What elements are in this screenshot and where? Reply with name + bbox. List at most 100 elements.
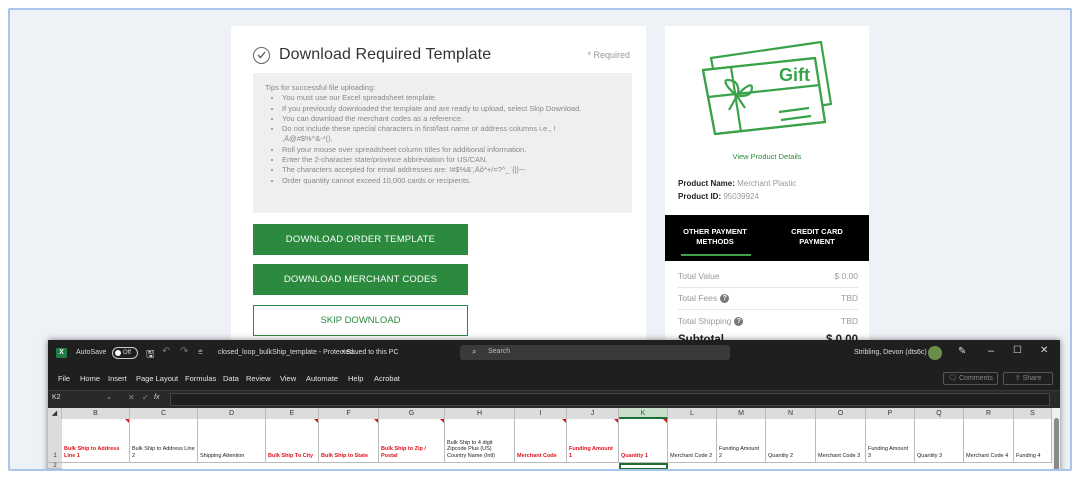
header-cell[interactable]: Funding 4 (1014, 419, 1052, 463)
menu-home[interactable]: Home (80, 374, 100, 383)
minimize-icon[interactable]: – (988, 345, 994, 357)
header-cell[interactable]: Quantity 3 (915, 419, 964, 463)
column-header[interactable]: C (130, 408, 198, 419)
save-icon[interactable]: 🖫 (146, 347, 155, 364)
total-value-amount: $ 0.00 (834, 271, 858, 281)
user-name[interactable]: Stribling, Devon (dts6c) (854, 349, 927, 356)
column-header[interactable]: R (964, 408, 1014, 419)
card-title: Download Required Template (279, 46, 492, 63)
skip-download-button[interactable]: SKIP DOWNLOAD (253, 305, 468, 336)
header-cell[interactable]: Bulk Ship to Address Line 2 (130, 419, 198, 463)
vertical-scrollbar[interactable] (1052, 408, 1060, 469)
total-shipping-label: Total Shipping (678, 316, 732, 326)
column-header[interactable]: P (866, 408, 915, 419)
menu-file[interactable]: File (58, 374, 70, 383)
pen-icon[interactable]: ✎ (958, 346, 966, 357)
spreadsheet-grid[interactable]: ◢ B C D E F G H I J K L M N O P Q R S 1 … (48, 408, 1060, 471)
share-button[interactable]: ⇪ Share (1003, 372, 1053, 385)
customize-toolbar-icon[interactable]: ⩧ (198, 347, 203, 357)
header-cell[interactable]: Merchant Code (515, 419, 567, 463)
download-merchant-codes-button[interactable]: DOWNLOAD MERCHANT CODES (253, 264, 468, 295)
header-cell[interactable]: Funding Amount 3 (866, 419, 915, 463)
column-header[interactable]: S (1014, 408, 1052, 419)
column-header[interactable]: H (445, 408, 515, 419)
column-header[interactable]: I (515, 408, 567, 419)
required-note: * Required (587, 50, 630, 60)
column-header[interactable]: Q (915, 408, 964, 419)
header-cell[interactable]: Bulk Ship To City (266, 419, 319, 463)
column-header[interactable]: E (266, 408, 319, 419)
tip-item: You must use our Excel spreadsheet templ… (282, 93, 620, 103)
view-product-details-link[interactable]: View Product Details (665, 152, 869, 161)
search-placeholder: Search (488, 348, 511, 355)
row-header[interactable]: 1 (48, 419, 62, 463)
payment-tabs: OTHER PAYMENT METHODS CREDIT CARD PAYMEN… (665, 215, 869, 261)
header-cell[interactable]: Bulk Ship to 4 digit Zipcode Plus (US) C… (445, 419, 515, 463)
header-cell[interactable]: Bulk Ship to Zip / Postal (379, 419, 445, 463)
comments-button[interactable]: 🗨 Comments (943, 372, 998, 385)
tip-item: If you previously downloaded the templat… (282, 104, 620, 114)
formula-input[interactable] (170, 393, 1050, 406)
formula-bar: K2 ⌄ ✕ ✓ fx (48, 390, 1060, 408)
undo-icon[interactable]: ↶ (162, 346, 170, 357)
download-order-template-button[interactable]: DOWNLOAD ORDER TEMPLATE (253, 224, 468, 255)
menu-acrobat[interactable]: Acrobat (374, 374, 400, 383)
menu-review[interactable]: Review (246, 374, 271, 383)
header-cell[interactable]: Quantity 2 (766, 419, 816, 463)
header-cell[interactable]: Bulk Ship to State (319, 419, 379, 463)
menu-help[interactable]: Help (348, 374, 363, 383)
divider (678, 287, 858, 288)
check-circle-icon (253, 46, 270, 64)
menu-page-layout[interactable]: Page Layout (136, 374, 178, 383)
cancel-icon[interactable]: ✕ (128, 393, 135, 402)
header-cell[interactable]: Merchant Code 2 (668, 419, 717, 463)
menu-insert[interactable]: Insert (108, 374, 127, 383)
header-cell[interactable]: Quantity 1 (619, 419, 668, 463)
column-header[interactable]: N (766, 408, 816, 419)
column-header[interactable]: G (379, 408, 445, 419)
avatar[interactable] (928, 346, 942, 360)
select-all-corner[interactable]: ◢ (48, 408, 62, 419)
header-cell[interactable]: Shipping Attention (198, 419, 266, 463)
column-header[interactable]: F (319, 408, 379, 419)
info-icon[interactable]: ? (734, 317, 744, 327)
search-box[interactable]: ⌕ Search (460, 345, 730, 360)
product-name-value: Merchant Plastic (737, 179, 797, 188)
tab-other-payment-methods[interactable]: OTHER PAYMENT METHODS (665, 215, 765, 261)
header-cell[interactable]: Merchant Code 3 (816, 419, 866, 463)
tab-credit-card-payment[interactable]: CREDIT CARD PAYMENT (765, 215, 869, 261)
tip-item: Do not include these special characters … (282, 124, 620, 134)
info-icon[interactable]: ? (720, 294, 730, 304)
column-header[interactable]: L (668, 408, 717, 419)
scrollbar-thumb[interactable] (1054, 418, 1059, 469)
tip-item: Roll your mouse over spreadsheet column … (282, 145, 620, 155)
column-header[interactable]: D (198, 408, 266, 419)
enter-icon[interactable]: ✓ (142, 393, 149, 402)
column-header[interactable]: M (717, 408, 766, 419)
column-header[interactable]: J (567, 408, 619, 419)
column-header-selected[interactable]: K (619, 408, 668, 419)
header-cell[interactable]: Bulk Ship to Address Line 1 (62, 419, 130, 463)
name-box-dropdown-icon[interactable]: ⌄ (106, 393, 112, 401)
column-header[interactable]: B (62, 408, 130, 419)
menu-automate[interactable]: Automate (306, 374, 338, 383)
menu-formulas[interactable]: Formulas (185, 374, 216, 383)
redo-icon[interactable]: ↷ (180, 346, 188, 357)
header-cell[interactable]: Merchant Code 4 (964, 419, 1014, 463)
row-header[interactable]: 3 (48, 469, 62, 471)
save-status[interactable]: • Saved to this PC (342, 349, 399, 356)
gift-card-icon: Gift (693, 36, 843, 141)
fx-icon[interactable]: fx (154, 394, 159, 401)
column-header[interactable]: O (816, 408, 866, 419)
menu-data[interactable]: Data (223, 374, 239, 383)
header-cell[interactable]: Funding Amount 1 (567, 419, 619, 463)
menu-view[interactable]: View (280, 374, 296, 383)
total-fees-amount: TBD (841, 293, 858, 303)
header-cell[interactable]: Funding Amount 2 (717, 419, 766, 463)
close-icon[interactable]: ✕ (1040, 345, 1048, 356)
autosave-toggle[interactable]: Off (112, 347, 138, 359)
card-header: Download Required Template (253, 46, 491, 64)
name-box[interactable]: K2 (52, 394, 61, 401)
product-info: Product Name: Merchant Plastic Product I… (678, 177, 796, 203)
maximize-icon[interactable]: ☐ (1013, 345, 1022, 356)
